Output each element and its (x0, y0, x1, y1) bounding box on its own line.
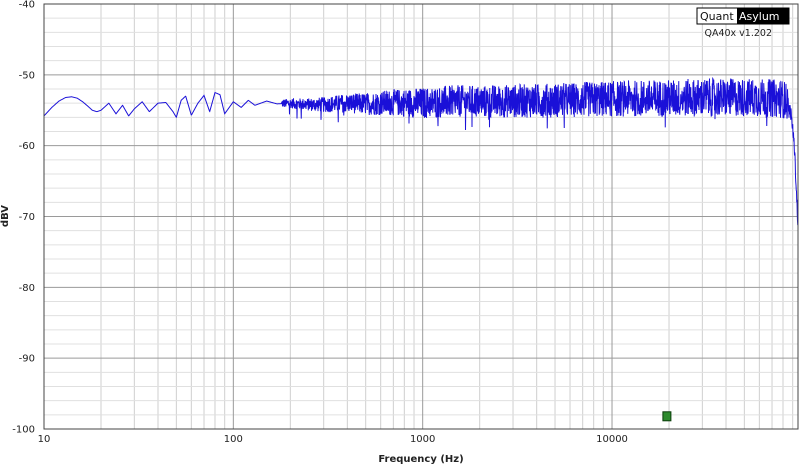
spectrum-chart: -40 -50 -60 -70 -80 -90 -100 10 100 1000 10000 Fr… (0, 0, 799, 464)
y-tick-label: -100 (12, 425, 35, 436)
x-tick-label: 10000 (596, 434, 628, 445)
x-tick-label: 10 (38, 434, 51, 445)
y-tick-label: -50 (19, 70, 35, 81)
y-tick-label: -60 (19, 141, 35, 152)
x-tick-labels: 10 100 1000 10000 (38, 434, 628, 445)
logo-quant: Quant (700, 10, 734, 23)
x-axis-title: Frequency (Hz) (378, 454, 463, 464)
y-tick-label: -80 (19, 283, 35, 294)
data-marker[interactable] (662, 411, 672, 422)
x-tick-label: 100 (224, 434, 243, 445)
version-label: QA40x v1.202 (704, 28, 772, 39)
y-tick-label: -40 (19, 0, 35, 11)
y-tick-label: -70 (19, 212, 35, 223)
x-tick-label: 1000 (410, 434, 435, 445)
y-axis-title: dBV (0, 205, 11, 227)
logo-asylum: Asylum (739, 10, 780, 23)
y-tick-labels: -40 -50 -60 -70 -80 -90 -100 (12, 0, 35, 436)
y-tick-label: -90 (19, 354, 35, 365)
